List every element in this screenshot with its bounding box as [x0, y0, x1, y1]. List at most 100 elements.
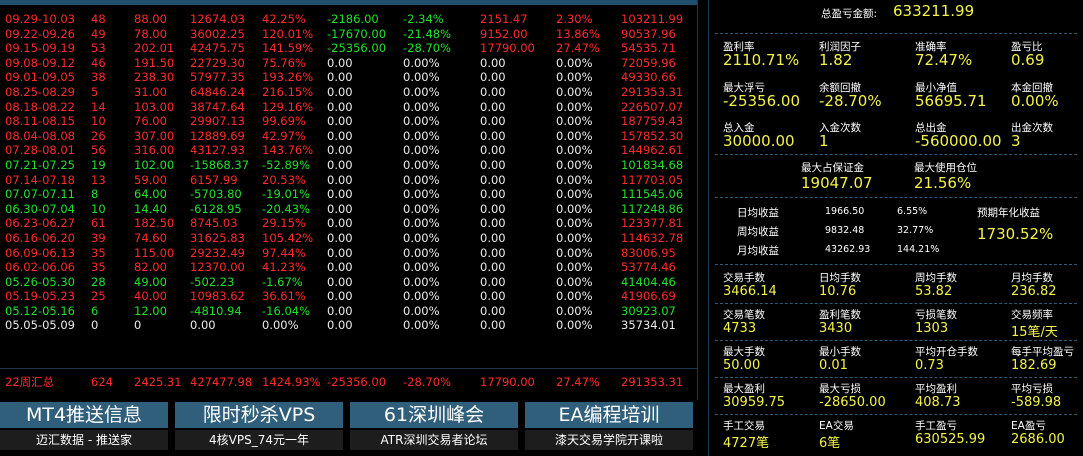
- stat-value: 408.73: [915, 395, 961, 410]
- stat-label: 最大手数: [723, 346, 765, 358]
- cell-lots: 182.50: [134, 216, 175, 231]
- table-row[interactable]: 08.25-08.29 5 31.00 64846.24 216.15% 0.00 0.00…: [0, 85, 698, 100]
- cell-float-pct: -21.48%: [403, 26, 451, 41]
- ad-subtitle[interactable]: 4核VPS_74元一年: [175, 430, 343, 450]
- cell-lots: 115.00: [134, 245, 175, 260]
- stat-value: 2686.00: [1011, 432, 1065, 447]
- cell-balance: 291353.31: [621, 84, 684, 99]
- ad-subtitle[interactable]: 迈汇数据 - 推送家: [0, 430, 168, 450]
- cell-float-pct: 0.00%: [403, 216, 440, 231]
- ad-title[interactable]: EA编程培训: [525, 402, 693, 428]
- cell-profit: -5703.80: [190, 187, 242, 202]
- table-row[interactable]: 07.28-08.01 56 316.00 43127.93 143.76% 0.00 0.…: [0, 143, 698, 158]
- table-row[interactable]: 08.11-08.15 10 76.00 29907.13 99.69% 0.00 0.00…: [0, 114, 698, 129]
- ad-ea-training[interactable]: EA编程培训 漆天交易学院开课啦: [525, 402, 693, 456]
- table-row[interactable]: 09.29-10.03 48 88.00 12674.03 42.25% -2186.00…: [0, 12, 698, 27]
- cell-period: 05.26-05.30: [5, 274, 75, 289]
- cell-float-pct: 0.00%: [403, 99, 440, 114]
- account-stats-panel: 总盈亏金额: 633211.99 盈利率 2110.71% 利润因子 1.82 准确率 7…: [708, 0, 1083, 456]
- summary-period: 22周汇总: [5, 375, 55, 389]
- table-row[interactable]: 06.30-07.04 10 14.40 -6128.95 -20.43% 0.00 0.0…: [0, 202, 698, 217]
- stat-label: 日均手数: [819, 272, 861, 284]
- table-row[interactable]: 07.21-07.25 19 102.00 -15868.37 -52.89% 0.00 0…: [0, 158, 698, 173]
- ad-summit[interactable]: 61深圳峰会 ATR深圳交易者论坛: [350, 402, 518, 456]
- cell-profit: 8745.03: [190, 216, 238, 231]
- table-row[interactable]: 09.08-09.12 46 191.50 22729.30 75.76% 0.00 0.0…: [0, 56, 698, 71]
- table-row[interactable]: 05.12-05.16 6 12.00 -4810.94 -16.04% 0.00 0.00…: [0, 304, 698, 319]
- cell-balance: 114632.78: [621, 230, 684, 245]
- summary-trades: 624: [91, 375, 113, 389]
- cell-float: 0.00: [327, 303, 353, 318]
- divider: [715, 340, 1077, 341]
- summary-divider: [0, 368, 698, 369]
- cell-balance: 30923.07: [621, 303, 676, 318]
- table-row[interactable]: 09.15-09.19 53 202.01 42475.75 141.59% -25356…: [0, 41, 698, 56]
- cell-trades: 39: [91, 230, 106, 245]
- cell-period: 05.19-05.23: [5, 289, 75, 304]
- ad-vps[interactable]: 限时秒杀VPS 4核VPS_74元一年: [175, 402, 343, 456]
- cell-v1-pct: 0.00%: [556, 143, 593, 158]
- table-row[interactable]: 06.23-06.27 61 182.50 8745.03 29.15% 0.00 0.00…: [0, 216, 698, 231]
- annual-return-label: 预期年化收益: [977, 207, 1040, 219]
- cell-balance: 123377.81: [621, 216, 684, 231]
- cell-v1-pct: 0.00%: [556, 245, 593, 260]
- weekly-table[interactable]: 09.29-10.03 48 88.00 12674.03 42.25% -2186.00…: [0, 6, 698, 368]
- table-row[interactable]: 05.19-05.23 25 40.00 10983.62 36.61% 0.00 0.00…: [0, 289, 698, 304]
- cell-profit: 57977.35: [190, 70, 245, 85]
- cell-lots: 307.00: [134, 128, 175, 143]
- stat-label: EA盈亏: [1011, 420, 1046, 432]
- stat-label: 交易笔数: [723, 309, 765, 321]
- stat-label: 手工交易: [723, 420, 765, 432]
- cell-pct: 75.76%: [262, 55, 306, 70]
- table-row[interactable]: 05.26-05.30 28 49.00 -502.23 -1.67% 0.00 0.00%…: [0, 275, 698, 290]
- cell-float-pct: 0.00%: [403, 318, 440, 333]
- table-row[interactable]: 07.07-07.11 8 64.00 -5703.80 -19.01% 0.00 0.00…: [0, 187, 698, 202]
- cell-trades: 10: [91, 201, 106, 216]
- cell-pct: -16.04%: [262, 303, 310, 318]
- cell-v1-pct: 0.00%: [556, 187, 593, 202]
- cell-balance: 49330.66: [621, 70, 676, 85]
- cell-v1-pct: 0.00%: [556, 289, 593, 304]
- stat-label: 最小手数: [819, 346, 861, 358]
- ad-mt4-push[interactable]: MT4推送信息 迈汇数据 - 推送家: [0, 402, 168, 456]
- cell-profit: 36002.25: [190, 26, 245, 41]
- cell-float: 0.00: [327, 128, 353, 143]
- table-row[interactable]: 06.09-06.13 35 115.00 29232.49 97.44% 0.00 0.0…: [0, 246, 698, 261]
- table-row[interactable]: 05.05-05.09 0 0 0.00 0.00% 0.00 0.00% 0.00 0.00%…: [0, 318, 698, 333]
- ad-title[interactable]: MT4推送信息: [0, 402, 168, 428]
- table-row[interactable]: 07.14-07.18 13 59.00 6157.99 20.53% 0.00 0.00%…: [0, 173, 698, 188]
- cell-period: 09.15-09.19: [5, 41, 75, 56]
- max-position-value: 21.56%: [914, 174, 972, 192]
- max-position-label: 最大使用仓位: [914, 162, 977, 174]
- cell-float: 0.00: [327, 201, 353, 216]
- cell-float: 0.00: [327, 84, 353, 99]
- cell-lots: 0: [134, 318, 142, 333]
- cell-float-pct: 0.00%: [403, 187, 440, 202]
- cell-period: 06.30-07.04: [5, 201, 75, 216]
- weekly-stats-panel: 09.29-10.03 48 88.00 12674.03 42.25% -2186.00…: [0, 0, 698, 400]
- stat-value: 30959.75: [723, 395, 786, 410]
- table-row[interactable]: 08.18-08.22 14 103.00 38747.64 129.16% 0.00 0.…: [0, 100, 698, 115]
- ad-subtitle[interactable]: 漆天交易学院开课啦: [525, 430, 693, 450]
- cell-profit: -15868.37: [190, 157, 250, 172]
- cell-v1-pct: 2.30%: [556, 12, 593, 26]
- cell-v1: 0.00: [480, 143, 506, 158]
- ad-title[interactable]: 61深圳峰会: [350, 402, 518, 428]
- ad-subtitle[interactable]: ATR深圳交易者论坛: [350, 430, 518, 450]
- weekly-return-pct: 32.77%: [897, 225, 934, 236]
- cell-trades: 8: [91, 187, 99, 202]
- cell-profit: 22729.30: [190, 55, 245, 70]
- ad-title[interactable]: 限时秒杀VPS: [175, 402, 343, 428]
- cell-profit: 43127.93: [190, 143, 245, 158]
- table-row[interactable]: 08.04-08.08 26 307.00 12889.69 42.97% 0.00 0.0…: [0, 129, 698, 144]
- stat-value: 236.82: [1011, 284, 1057, 299]
- cell-pct: 99.69%: [262, 114, 306, 129]
- table-row[interactable]: 09.22-09.26 49 78.00 36002.25 120.01% -17670.…: [0, 27, 698, 42]
- table-row[interactable]: 09.01-09.05 38 238.30 57977.35 193.26% 0.00 0.…: [0, 70, 698, 85]
- stat-value: -589.98: [1011, 395, 1062, 410]
- cell-v1: 2151.47: [480, 12, 528, 26]
- table-row[interactable]: 06.02-06.06 35 82.00 12370.00 41.23% 0.00 0.00…: [0, 260, 698, 275]
- divider: [715, 154, 1077, 155]
- table-row[interactable]: 06.16-06.20 39 74.60 31625.83 105.42% 0.00 0.0…: [0, 231, 698, 246]
- cell-pct: 141.59%: [262, 41, 314, 56]
